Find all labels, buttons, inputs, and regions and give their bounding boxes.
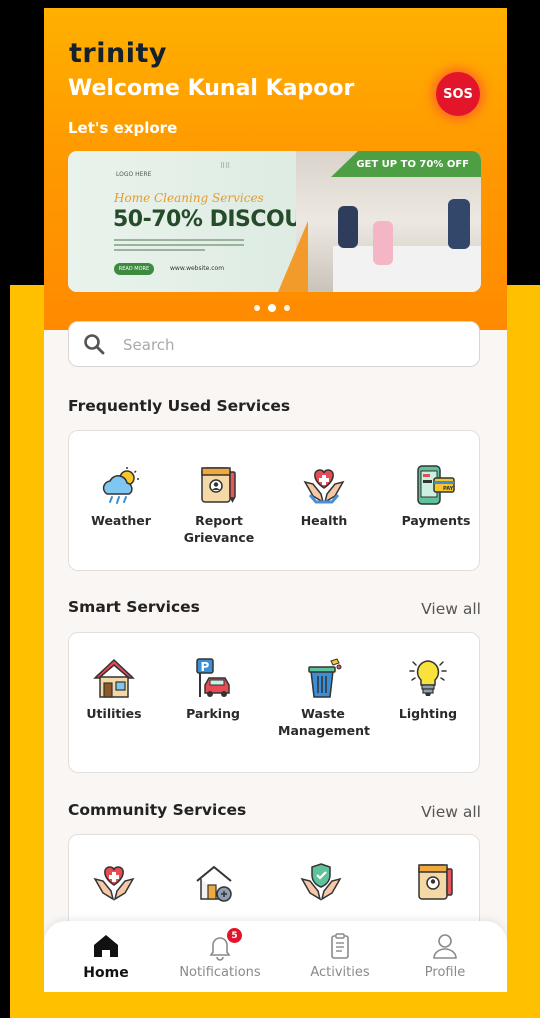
service-lighting[interactable]: Lighting <box>383 657 473 722</box>
nav-label: Home <box>83 965 129 981</box>
house-icon <box>69 657 159 699</box>
trash-bin-icon <box>278 657 368 699</box>
frequent-services-card: Weather Report Grievance Health PAY Paym… <box>68 430 480 571</box>
banner-headline: Home Cleaning Services <box>114 191 264 205</box>
smart-services-title: Smart Services <box>68 598 200 616</box>
app-header: trinity Welcome Kunal Kapoor Let's explo… <box>44 8 507 330</box>
community-service-health[interactable] <box>69 861 159 903</box>
home-repair-icon <box>169 861 259 903</box>
explore-subtitle: Let's explore <box>68 119 178 137</box>
app-screen: trinity Welcome Kunal Kapoor Let's explo… <box>44 8 507 992</box>
svg-text:P: P <box>201 660 210 674</box>
report-grievance-icon <box>174 464 264 506</box>
svg-text:PAY: PAY <box>443 486 454 492</box>
search-icon <box>83 333 105 359</box>
service-label: Health <box>300 513 348 528</box>
service-label: Weather <box>91 513 151 528</box>
community-service-home-repair[interactable] <box>169 861 259 903</box>
carousel-dots[interactable] <box>254 304 290 312</box>
user-icon <box>430 931 460 961</box>
service-report-grievance[interactable]: Report Grievance <box>174 464 264 546</box>
community-service-report[interactable] <box>391 861 481 903</box>
community-services-view-all-link[interactable]: View all <box>421 803 481 821</box>
banner-website: www.website.com <box>170 265 225 272</box>
nav-label: Profile <box>424 965 466 980</box>
service-label: Lighting <box>398 706 458 721</box>
clipboard-icon <box>325 931 355 961</box>
carousel-dot[interactable] <box>254 305 260 311</box>
carousel-dot[interactable] <box>284 305 290 311</box>
health-icon <box>279 464 369 506</box>
promo-banner[interactable]: LOGO HERE ⠿⠿ Home Cleaning Services 50-7… <box>68 151 481 292</box>
bottom-navigation: Home 5 Notifications Activities Profile <box>44 921 507 992</box>
service-payments[interactable]: PAY Payments <box>391 464 481 529</box>
health-icon <box>69 861 159 903</box>
service-waste-management[interactable]: Waste Management <box>278 657 371 739</box>
home-icon <box>91 931 121 961</box>
community-services-title: Community Services <box>68 801 247 819</box>
shield-hands-icon <box>276 861 366 903</box>
community-service-protection[interactable] <box>276 861 366 903</box>
service-label: Waste Management <box>278 706 371 738</box>
weather-icon <box>76 466 166 506</box>
welcome-message: Welcome Kunal Kapoor <box>68 76 355 101</box>
service-label: Parking <box>186 706 240 721</box>
banner-logo-text: LOGO HERE <box>116 171 152 178</box>
service-utilities[interactable]: Utilities <box>69 657 159 722</box>
frequent-services-title: Frequently Used Services <box>68 397 291 415</box>
nav-label: Notifications <box>179 965 261 980</box>
nav-activities[interactable]: Activities <box>285 921 395 992</box>
smart-services-card: Utilities P Parking Waste Management Lig… <box>68 632 480 773</box>
service-label: Utilities <box>86 706 142 721</box>
banner-body-lines <box>114 239 244 251</box>
nav-profile[interactable]: Profile <box>390 921 500 992</box>
nav-label: Activities <box>310 965 370 980</box>
search-bar[interactable] <box>68 321 480 367</box>
payments-icon: PAY <box>391 464 481 506</box>
smart-services-view-all-link[interactable]: View all <box>421 600 481 618</box>
light-bulb-icon <box>383 657 473 699</box>
nav-notifications[interactable]: 5 Notifications <box>165 921 275 992</box>
service-label: Payments <box>401 513 471 528</box>
service-parking[interactable]: P Parking <box>168 657 258 722</box>
service-weather[interactable]: Weather <box>76 466 166 529</box>
sos-button[interactable]: SOS <box>436 72 480 116</box>
brand-logo: trinity <box>69 38 167 69</box>
report-grievance-icon <box>391 861 481 903</box>
banner-read-more-button[interactable]: READ MORE <box>114 263 154 275</box>
service-health[interactable]: Health <box>279 464 369 529</box>
parking-icon: P <box>168 657 258 699</box>
notification-badge: 5 <box>227 928 242 943</box>
carousel-dot-active[interactable] <box>268 304 276 312</box>
nav-home[interactable]: Home <box>51 921 161 992</box>
search-input[interactable] <box>121 330 465 360</box>
service-label: Report Grievance <box>183 513 255 545</box>
